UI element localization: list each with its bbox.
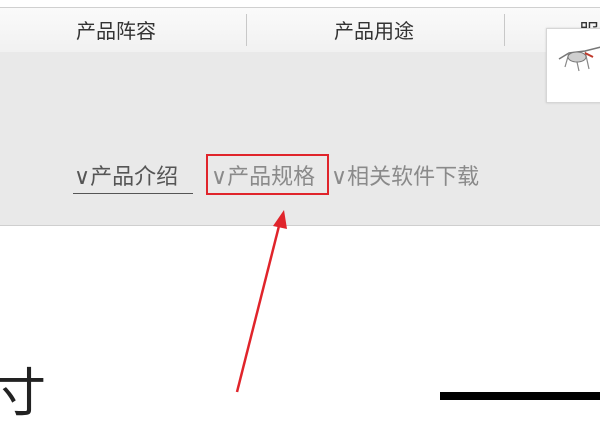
dark-content-block <box>440 392 600 400</box>
annotation-arrow-icon <box>235 210 287 393</box>
partial-heading: 寸 <box>0 364 47 424</box>
